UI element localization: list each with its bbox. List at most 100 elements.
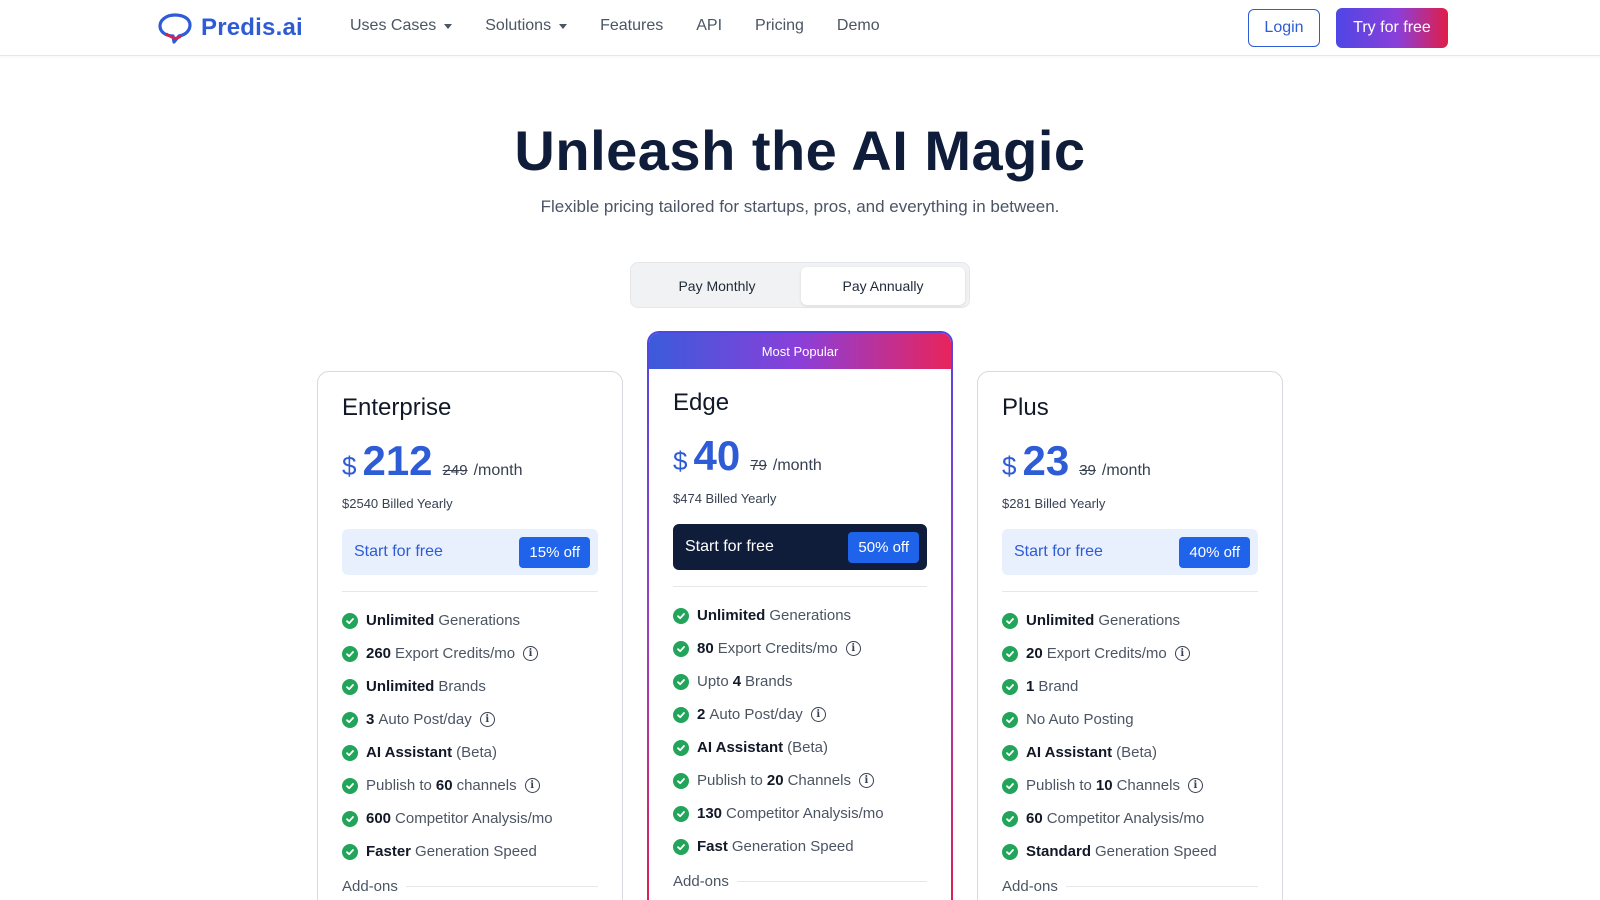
feature-highlight: 60 xyxy=(435,777,453,794)
nav-link-label: Solutions xyxy=(485,17,552,34)
check-circle-icon xyxy=(673,607,689,624)
predis-logo-icon xyxy=(158,13,192,44)
feature-item: 260 Export Credits/mo i xyxy=(342,637,598,670)
info-icon[interactable]: i xyxy=(845,641,861,656)
price-value: 40 xyxy=(693,432,741,479)
feature-highlight: 20 xyxy=(1026,645,1043,662)
info-icon[interactable]: i xyxy=(523,646,539,661)
start-for-free-button[interactable]: Start for free 50% off xyxy=(673,524,927,570)
feature-text: Generations xyxy=(438,612,521,629)
feature-highlight: 80 xyxy=(697,640,714,657)
check-circle-icon xyxy=(1002,744,1018,761)
addons-label: Add-ons xyxy=(673,873,729,890)
nav-link-label: Pricing xyxy=(755,17,804,34)
feature-item: Faster Generation Speed xyxy=(342,835,598,868)
info-icon[interactable]: i xyxy=(858,773,874,788)
feature-highlight: 60 xyxy=(1026,810,1043,827)
feature-highlight: Unlimited xyxy=(366,612,435,629)
info-icon[interactable]: i xyxy=(524,778,540,793)
cta-label: Start for free xyxy=(685,538,774,555)
feature-text: Publish to xyxy=(697,772,763,789)
divider xyxy=(342,591,598,592)
info-icon[interactable]: i xyxy=(810,707,826,722)
nav-solutions[interactable]: Solutions xyxy=(485,17,568,35)
try-for-free-button[interactable]: Try for free xyxy=(1336,8,1448,48)
feature-item: Publish to 10 Channels i xyxy=(1002,769,1258,802)
feature-item: 600 Competitor Analysis/mo xyxy=(342,802,598,835)
feature-text: Generations xyxy=(769,607,852,624)
feature-highlight: Unlimited xyxy=(1026,612,1095,629)
plan-card-body: Plus $ 23 39 /month $281 Billed Yearly S… xyxy=(1002,394,1258,895)
feature-highlight: 10 xyxy=(1095,777,1113,794)
nav-api[interactable]: API xyxy=(696,17,722,35)
feature-item: Upto 4 Brands xyxy=(673,665,927,698)
cta-label: Start for free xyxy=(1014,543,1103,560)
feature-text: (Beta) xyxy=(1116,744,1157,761)
feature-text: Generation Speed xyxy=(731,838,854,855)
nav-pricing[interactable]: Pricing xyxy=(755,17,804,35)
info-icon[interactable]: i xyxy=(479,712,495,727)
plan-name: Plus xyxy=(1002,394,1049,421)
feature-item: Unlimited Brands xyxy=(342,670,598,703)
cta-label: Start for free xyxy=(354,543,443,560)
feature-text: Publish to xyxy=(366,777,432,794)
feature-item: No Auto Posting xyxy=(1002,703,1258,736)
nav-link-label: Uses Cases xyxy=(350,17,437,34)
feature-item: AI Assistant (Beta) xyxy=(1002,736,1258,769)
price-period: /month xyxy=(1101,462,1151,479)
addons-header: Add-ons xyxy=(673,873,927,890)
addons-header: Add-ons xyxy=(342,878,598,895)
check-circle-icon xyxy=(673,772,689,789)
check-circle-icon xyxy=(342,711,358,728)
feature-text: Publish to xyxy=(1026,777,1092,794)
price-value: 23 xyxy=(1022,437,1070,484)
old-price: 39 xyxy=(1079,462,1096,479)
info-icon[interactable]: i xyxy=(1174,646,1190,661)
addons-label: Add-ons xyxy=(1002,878,1058,895)
feature-text: Auto Post/day xyxy=(709,706,803,723)
nav-demo[interactable]: Demo xyxy=(837,17,880,35)
check-circle-icon xyxy=(673,838,689,855)
feature-item: 1 Brand xyxy=(1002,670,1258,703)
divider xyxy=(405,886,598,887)
feature-text: Auto Post/day xyxy=(378,711,472,728)
old-price: 249 xyxy=(442,462,468,479)
feature-text: Upto xyxy=(697,673,729,690)
nav-features[interactable]: Features xyxy=(600,17,663,35)
billed-yearly: $474 Billed Yearly xyxy=(673,491,777,506)
logo[interactable]: Predis.ai xyxy=(157,12,303,44)
feature-highlight: 130 xyxy=(697,805,723,822)
top-navbar: Predis.ai Uses Cases Solutions Features … xyxy=(0,0,1600,56)
check-circle-icon xyxy=(1002,843,1018,860)
feature-item: AI Assistant (Beta) xyxy=(673,731,927,764)
info-icon[interactable]: i xyxy=(1187,778,1203,793)
feature-text: Channels xyxy=(787,772,851,789)
currency-symbol: $ xyxy=(1002,451,1017,481)
check-circle-icon xyxy=(1002,711,1018,728)
divider xyxy=(673,586,927,587)
price-row: $ 212 249 /month xyxy=(342,440,598,482)
plan-name: Enterprise xyxy=(342,394,452,421)
price-row: $ 40 79 /month xyxy=(673,435,927,477)
addons-label: Add-ons xyxy=(342,878,398,895)
feature-text: (Beta) xyxy=(787,739,828,756)
nav-uses-cases[interactable]: Uses Cases xyxy=(350,17,453,35)
pay-annually-option[interactable]: Pay Annually xyxy=(801,267,965,305)
check-circle-icon xyxy=(1002,777,1018,794)
feature-text: Export Credits/mo xyxy=(1046,645,1167,662)
page-subtitle: Flexible pricing tailored for startups, … xyxy=(540,197,1060,216)
divider xyxy=(1065,886,1258,887)
feature-text: Channels xyxy=(1116,777,1180,794)
start-for-free-button[interactable]: Start for free 15% off xyxy=(342,529,598,575)
check-circle-icon xyxy=(342,678,358,695)
start-for-free-button[interactable]: Start for free 40% off xyxy=(1002,529,1258,575)
feature-text: Competitor Analysis/mo xyxy=(395,810,553,827)
feature-item: Publish to 20 Channels i xyxy=(673,764,927,797)
feature-highlight: 20 xyxy=(766,772,784,789)
pay-monthly-option[interactable]: Pay Monthly xyxy=(635,267,799,305)
feature-highlight: Unlimited xyxy=(697,607,766,624)
most-popular-badge: Most Popular xyxy=(649,333,951,369)
feature-highlight: 600 xyxy=(366,810,392,827)
login-button[interactable]: Login xyxy=(1248,9,1320,47)
check-circle-icon xyxy=(1002,810,1018,827)
